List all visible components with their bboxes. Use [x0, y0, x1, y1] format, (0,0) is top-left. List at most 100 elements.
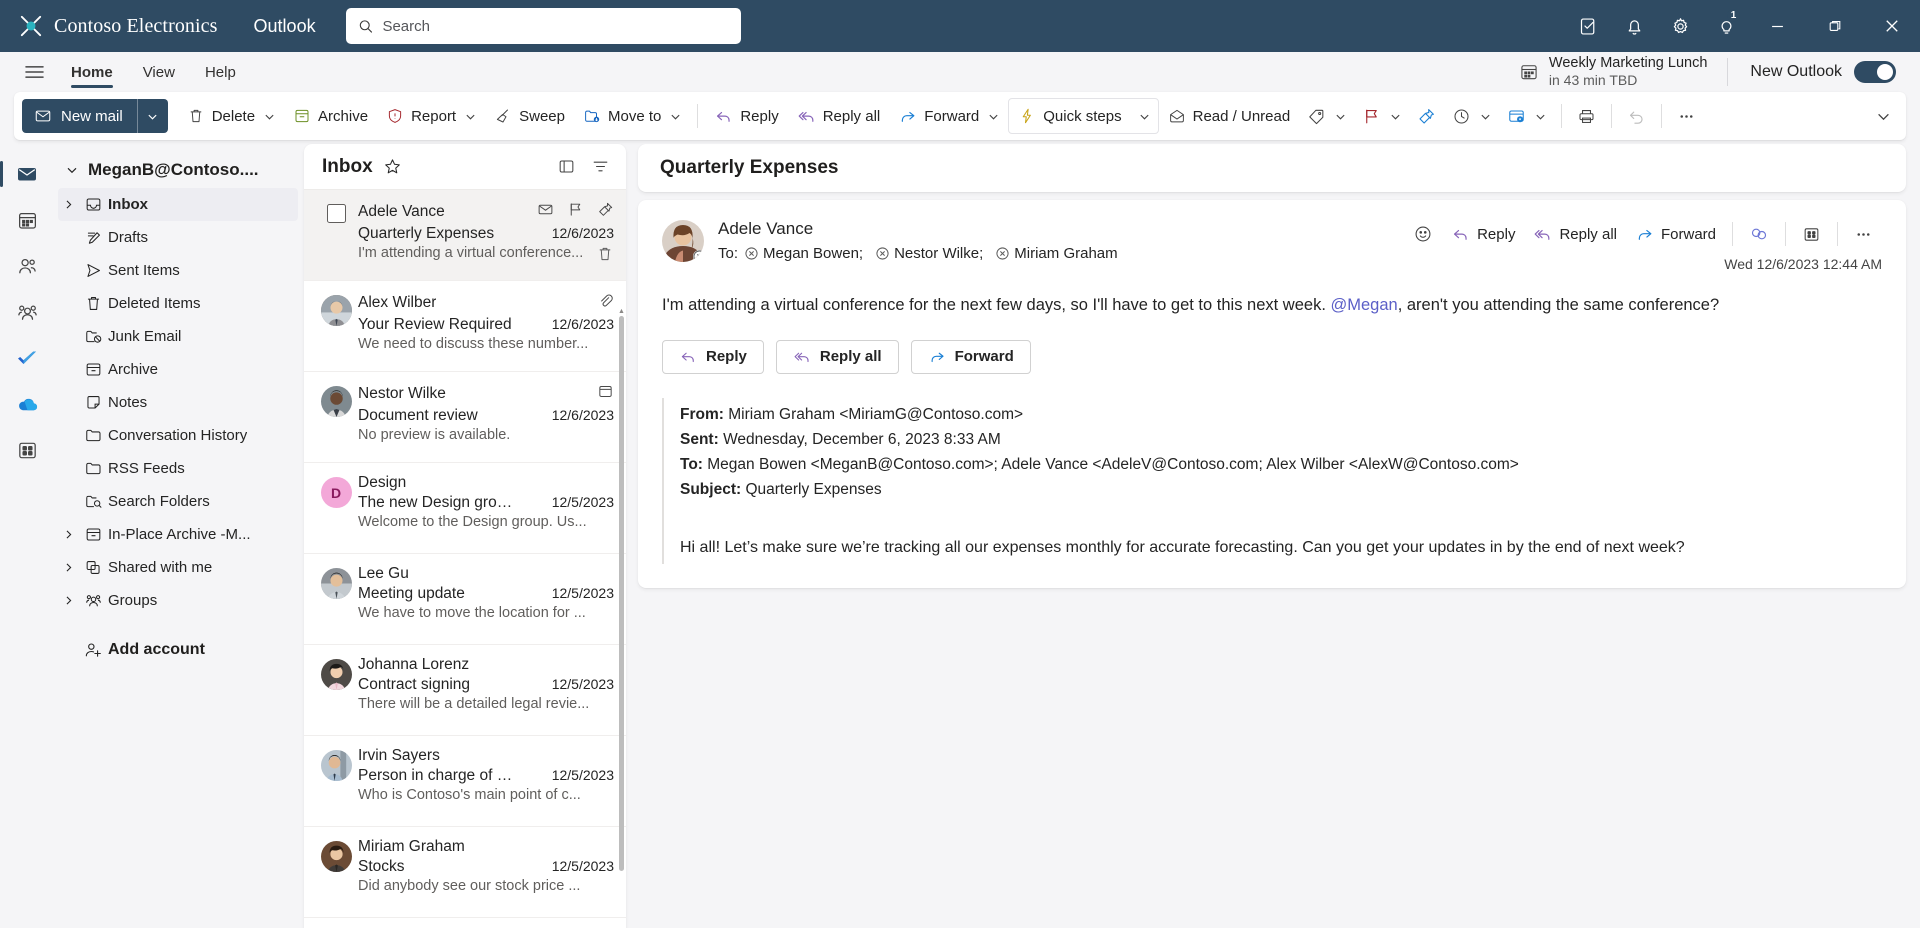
move-to-button[interactable]: Move to — [574, 99, 690, 133]
delete-button[interactable]: Delete — [178, 99, 284, 133]
envelope-icon[interactable] — [537, 201, 554, 223]
message-avatar-area[interactable]: D — [314, 474, 358, 541]
message-delete-icon[interactable] — [596, 245, 614, 268]
recipient-chip[interactable]: Megan Bowen; — [745, 245, 863, 262]
restore-button[interactable] — [1806, 0, 1863, 52]
settings-gear-icon[interactable] — [1657, 0, 1703, 52]
folder-junk-email[interactable]: Junk Email — [58, 320, 298, 353]
minimize-button[interactable] — [1749, 0, 1806, 52]
categorize-button[interactable] — [1299, 99, 1354, 133]
chevron-down-icon[interactable] — [62, 156, 82, 184]
folder-archive[interactable]: Archive — [58, 353, 298, 386]
chevron-right-icon[interactable] — [58, 587, 78, 615]
rail-item-mail[interactable] — [0, 152, 49, 196]
message-avatar-area[interactable] — [314, 747, 358, 814]
add-account-button[interactable]: Add account — [58, 631, 298, 669]
quick-steps-caret[interactable] — [1131, 99, 1158, 133]
search-input[interactable] — [382, 17, 729, 35]
filter-icon[interactable] — [584, 151, 616, 183]
chevron-right-icon[interactable] — [58, 191, 78, 219]
pin-button[interactable] — [1409, 99, 1444, 133]
message-list-item[interactable]: Lee Gu Meeting update 12/5/2023 We have … — [304, 554, 626, 645]
new-mail-button[interactable]: New mail — [22, 99, 168, 133]
collapse-ribbon-button[interactable] — [1868, 99, 1898, 133]
folder-groups[interactable]: Groups — [58, 584, 298, 617]
archive-button[interactable]: Archive — [284, 99, 377, 133]
rules-button[interactable] — [1499, 99, 1554, 133]
print-button[interactable] — [1569, 99, 1604, 133]
message-list-item[interactable]: Nestor Wilke Document review 12/6/2023 N… — [304, 372, 626, 463]
message-avatar-area[interactable] — [314, 383, 358, 450]
folder-in-place-archive[interactable]: In-Place Archive -M... — [58, 518, 298, 551]
apps-button[interactable] — [1793, 218, 1830, 250]
reading-more-options-button[interactable] — [1845, 218, 1882, 250]
message-avatar-area[interactable] — [314, 656, 358, 723]
reading-reply-all-button[interactable]: Reply all — [1524, 218, 1626, 250]
hamburger-menu-icon[interactable] — [14, 55, 54, 89]
folder-drafts[interactable]: Drafts — [58, 221, 298, 254]
sweep-button[interactable]: Sweep — [485, 99, 574, 133]
tab-help[interactable]: Help — [192, 52, 249, 92]
favorite-star-icon[interactable] — [383, 157, 402, 176]
mention-chip[interactable]: @Megan — [1331, 296, 1398, 314]
quick-forward-button[interactable]: Forward — [910, 339, 1031, 374]
forward-button[interactable]: Forward — [889, 99, 1008, 133]
search-box[interactable] — [345, 8, 741, 44]
message-avatar-area[interactable] — [314, 292, 358, 359]
recipient-chip[interactable]: Miriam Graham — [996, 245, 1118, 262]
report-button[interactable]: Report — [377, 99, 485, 133]
reply-all-button[interactable]: Reply all — [788, 99, 890, 133]
message-list-item[interactable]: Miriam Graham Stocks 12/5/2023 Did anybo… — [304, 827, 626, 918]
message-select-area[interactable] — [314, 201, 358, 268]
message-list-item[interactable]: D Design The new Design grou... 12/5/202… — [304, 463, 626, 554]
new-mail-caret[interactable] — [138, 99, 168, 133]
reaction-button[interactable] — [1404, 218, 1442, 250]
rail-item-groups[interactable] — [5, 290, 49, 334]
folder-inbox[interactable]: Inbox — [58, 188, 298, 221]
quick-reply-all-button[interactable]: Reply all — [775, 339, 899, 374]
message-checkbox[interactable] — [326, 204, 346, 223]
recipient-chip[interactable]: Nestor Wilke; — [876, 245, 983, 262]
flag-icon[interactable] — [567, 201, 584, 223]
avatar[interactable] — [662, 220, 704, 262]
reply-button[interactable]: Reply — [705, 99, 787, 133]
upcoming-meeting-chip[interactable]: Weekly Marketing Lunch in 43 min TBD — [1505, 54, 1722, 90]
flag-button[interactable] — [1354, 99, 1409, 133]
help-lightbulb-icon[interactable]: 1 — [1703, 0, 1749, 52]
chevron-right-icon[interactable] — [58, 521, 78, 549]
read-unread-button[interactable]: Read / Unread — [1159, 99, 1300, 133]
message-avatar-area[interactable] — [314, 838, 358, 905]
message-list-item[interactable]: Irvin Sayers Person in charge of Pr... 1… — [304, 736, 626, 827]
message-list-item[interactable]: Alex Wilber Your Review Required 12/6/20… — [304, 281, 626, 372]
new-mail-main[interactable]: New mail — [22, 99, 137, 133]
rail-item-people[interactable] — [5, 244, 49, 288]
folder-rss-feeds[interactable]: RSS Feeds — [58, 452, 298, 485]
focused-other-toggle-icon[interactable] — [550, 151, 582, 183]
message-list-scrollbar[interactable]: ▲ — [618, 190, 625, 928]
new-outlook-switch[interactable] — [1854, 61, 1896, 83]
account-row[interactable]: MeganB@Contoso.... — [58, 152, 298, 188]
reading-reply-button[interactable]: Reply — [1442, 218, 1524, 250]
loop-button[interactable] — [1740, 218, 1778, 250]
message-avatar-area[interactable] — [314, 565, 358, 632]
message-list-item[interactable]: Johanna Lorenz Contract signing 12/5/202… — [304, 645, 626, 736]
notifications-bell-icon[interactable] — [1611, 0, 1657, 52]
folder-sent-items[interactable]: Sent Items — [58, 254, 298, 287]
tab-home[interactable]: Home — [58, 52, 126, 92]
folder-deleted-items[interactable]: Deleted Items — [58, 287, 298, 320]
rail-item-todo[interactable] — [5, 336, 49, 380]
tasks-icon[interactable] — [1565, 0, 1611, 52]
more-options-button[interactable] — [1669, 99, 1704, 133]
scrollbar-thumb[interactable] — [619, 316, 624, 871]
rail-item-onedrive[interactable] — [5, 382, 49, 426]
folder-conversation-history[interactable]: Conversation History — [58, 419, 298, 452]
reading-forward-button[interactable]: Forward — [1626, 218, 1725, 250]
new-outlook-toggle[interactable]: New Outlook — [1734, 61, 1904, 83]
quick-reply-button[interactable]: Reply — [662, 339, 764, 374]
message-list[interactable]: Adele Vance Quarterly Expenses 12/6/2023… — [304, 190, 626, 928]
undo-button[interactable] — [1619, 99, 1654, 133]
folder-notes[interactable]: Notes — [58, 386, 298, 419]
tab-view[interactable]: View — [130, 52, 188, 92]
folder-search-folders[interactable]: Search Folders — [58, 485, 298, 518]
chevron-right-icon[interactable] — [58, 554, 78, 582]
